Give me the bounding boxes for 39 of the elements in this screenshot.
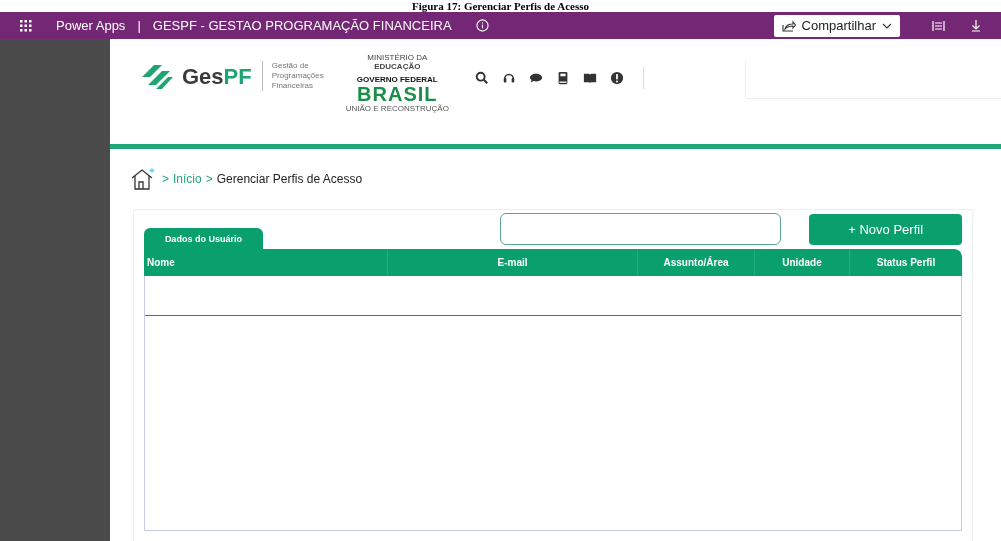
ministry-text: EDUCAÇÃO (374, 62, 421, 71)
logo-icon (140, 63, 174, 91)
share-button[interactable]: Compartilhar (773, 14, 900, 37)
country-text: BRASIL (357, 84, 438, 104)
column-header: E-mail (387, 249, 637, 276)
logo-text: GesPF (182, 66, 252, 88)
motto-text: UNIÃO E RECONSTRUÇÃO (345, 104, 449, 113)
search-field[interactable] (499, 213, 782, 245)
logo-subtitle: Gestão de (271, 61, 310, 71)
column-header: Nome (146, 256, 176, 270)
figure-caption: Figura 17: Gerenciar Perfis de Acesso (411, 0, 590, 12)
open-book-icon[interactable] (582, 71, 597, 85)
share-icon (781, 19, 796, 32)
app-name: Power Apps (56, 16, 126, 35)
tab[interactable]: Dados do Usuário (144, 228, 263, 249)
home-link[interactable]: Início (173, 170, 202, 188)
government-text: GOVERNO FEDERAL (356, 75, 438, 84)
title-separator: | (137, 16, 141, 35)
column-header: Unidade (754, 249, 849, 276)
new-profile-button[interactable]: + Novo Perfil (809, 214, 962, 245)
column-header: Status Perfil (849, 249, 962, 276)
chevron-down-icon (882, 22, 892, 29)
app-launcher-icon[interactable] (20, 19, 32, 32)
breadcrumb-separator: > (162, 171, 169, 188)
download-icon[interactable] (971, 19, 981, 32)
logo-subtitle: Financeiras (271, 81, 315, 91)
column-header: Assunto/Área (637, 249, 754, 276)
chat-icon[interactable] (528, 71, 543, 85)
info-icon[interactable] (475, 19, 489, 32)
home-icon[interactable] (130, 167, 158, 191)
app-title: GESPF - GESTAO PROGRAMAÇÃO FINANCEIRA (152, 16, 452, 35)
logo-subtitle: Programações (271, 71, 324, 81)
fit-screen-icon[interactable] (932, 19, 945, 32)
ministry-text: MINISTÉRIO DA (367, 53, 428, 62)
alert-icon[interactable] (609, 71, 624, 85)
breadcrumb-separator: > (205, 171, 213, 188)
search-icon[interactable] (474, 71, 489, 85)
breadcrumb-current: Gerenciar Perfis de Acesso (216, 171, 363, 188)
headset-icon[interactable] (501, 71, 516, 85)
